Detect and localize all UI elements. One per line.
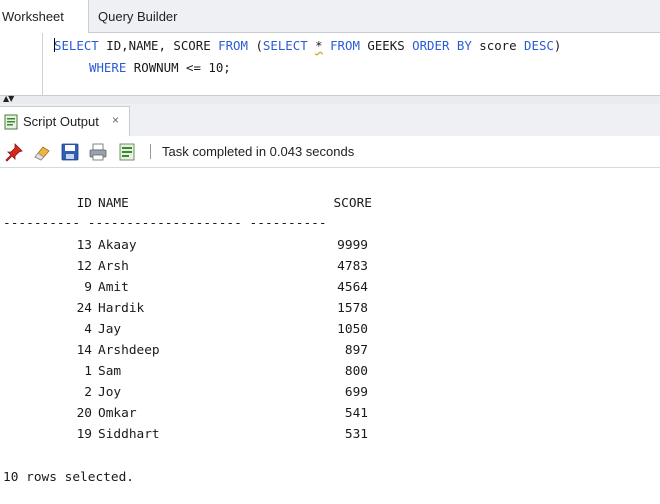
sql-line-2: WHERE ROWNUM <= 10; [89, 60, 231, 75]
tab-script-output[interactable]: Script Output × [0, 106, 130, 136]
rows-selected-footer: 10 rows selected. [3, 470, 134, 485]
status-text: Task completed in 0.043 seconds [162, 144, 355, 159]
script-output-area[interactable]: ID NAME SCORE ---------- -----------------… [0, 168, 660, 504]
table-row: 19 Siddhart 531 [76, 427, 368, 442]
output-tab-bar: Script Output × [0, 104, 660, 136]
script-output-icon[interactable] [117, 142, 137, 162]
table-row: 2 Joy 699 [84, 385, 368, 400]
close-icon[interactable]: × [112, 113, 119, 127]
output-toolbar: Task completed in 0.043 seconds [0, 136, 660, 168]
save-icon[interactable] [60, 142, 80, 162]
result-dash-line: ---------- -------------------- --------… [3, 216, 327, 231]
header-id: ID [76, 196, 92, 211]
header-name: NAME [98, 196, 129, 211]
table-row: 24 Hardik 1578 [76, 301, 368, 316]
table-row: 1 Sam 800 [84, 364, 368, 379]
pin-icon[interactable] [4, 142, 24, 162]
tab-script-output-label: Script Output [23, 114, 99, 129]
warning-squiggle: * [315, 38, 323, 53]
table-row: 14 Arshdeep 897 [76, 343, 368, 358]
table-row: 9 Amit 4564 [84, 280, 368, 295]
eraser-icon[interactable] [32, 142, 52, 162]
tab-query-builder[interactable]: Query Builder [92, 0, 202, 32]
header-score: SCORE [333, 196, 372, 211]
tab-query-builder-label: Query Builder [98, 9, 178, 24]
tab-worksheet-label: Worksheet [2, 9, 64, 24]
collapse-expand-icon[interactable]: ▲▼ [3, 95, 14, 103]
script-output-icon [4, 114, 18, 130]
editor-gutter-divider [42, 33, 43, 95]
table-row: 4 Jay 1050 [84, 322, 368, 337]
table-row: 13 Akaay 9999 [76, 238, 368, 253]
tab-worksheet[interactable]: Worksheet [0, 0, 89, 33]
sql-line-1: SELECT ID,NAME, SCORE FROM (SELECT * FRO… [54, 38, 562, 53]
sql-editor[interactable]: SELECT ID,NAME, SCORE FROM (SELECT * FRO… [0, 33, 660, 95]
result-header-row: ID NAME SCORE [3, 196, 372, 211]
table-row: 12 Arsh 4783 [76, 259, 368, 274]
table-row: 20 Omkar 541 [76, 406, 368, 421]
toolbar-separator [150, 144, 151, 159]
editor-tab-bar: Worksheet Query Builder [0, 0, 660, 33]
sql-developer-window: Worksheet Query Builder SELECT ID,NAME, … [0, 0, 660, 504]
print-icon[interactable] [88, 142, 108, 162]
